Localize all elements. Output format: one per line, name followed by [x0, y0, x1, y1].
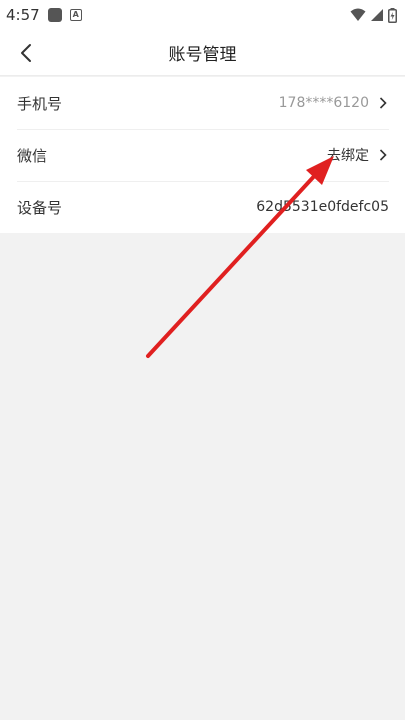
chevron-right-icon: [379, 148, 389, 162]
wechat-label: 微信: [17, 146, 48, 165]
chevron-left-icon: [21, 44, 31, 62]
account-settings-list: 手机号 178****6120 微信 去绑定 设备号 62d5531e0fdef…: [0, 77, 405, 233]
status-bar: 4:57 A: [0, 0, 405, 30]
phone-label: 手机号: [17, 94, 63, 113]
phone-value: 178****6120: [278, 95, 369, 111]
phone-row[interactable]: 手机号 178****6120: [0, 77, 405, 129]
wechat-bind-link[interactable]: 去绑定: [327, 145, 369, 165]
device-id-row: 设备号 62d5531e0fdefc05: [0, 181, 405, 233]
status-time: 4:57: [6, 6, 40, 24]
chevron-right-icon: [379, 96, 389, 110]
wifi-icon: [350, 8, 366, 21]
device-id-value: 62d5531e0fdefc05: [256, 199, 389, 215]
page-title: 账号管理: [168, 45, 237, 65]
app-square-icon: [47, 8, 62, 22]
signal-icon: [371, 9, 383, 21]
a-badge-icon: A: [69, 9, 82, 21]
app-bar: 账号管理: [0, 30, 405, 76]
status-icons: [350, 7, 397, 23]
screen: 4:57 A 账号管理 手机号 178****6120 微信 去绑定 设备号 6…: [0, 0, 405, 720]
device-id-label: 设备号: [17, 198, 63, 217]
wechat-row[interactable]: 微信 去绑定: [0, 129, 405, 181]
battery-icon: [388, 7, 397, 23]
back-button[interactable]: [12, 38, 40, 68]
